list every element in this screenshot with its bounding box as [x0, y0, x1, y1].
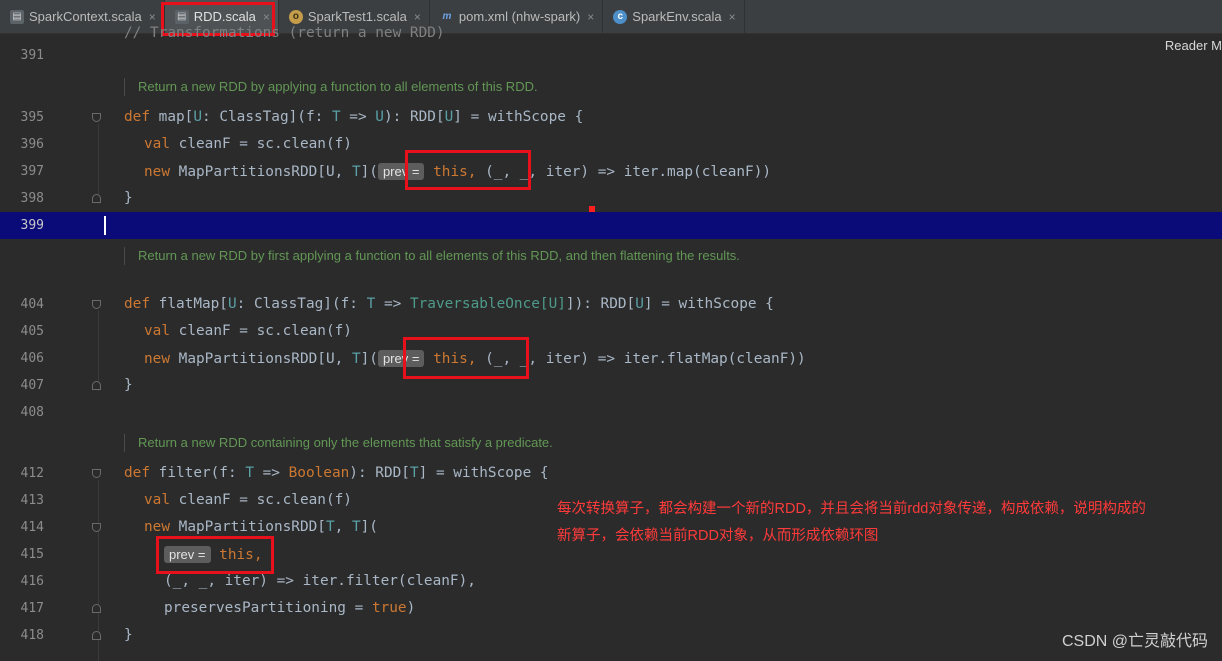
line-number: 414 — [20, 520, 44, 535]
line-number: 395 — [20, 110, 44, 125]
line-number: 416 — [20, 574, 44, 589]
code-line: 417 preservesPartitioning = true) — [0, 595, 1222, 622]
code-line: 397 new MapPartitionsRDD[U, T](prev = th… — [0, 158, 1222, 185]
doc-comment: Return a new RDD containing only the ele… — [124, 434, 778, 452]
code-line: 418 } — [0, 622, 1222, 649]
doc-comment: Return a new RDD by applying a function … — [124, 78, 778, 96]
fold-marker[interactable] — [92, 381, 101, 390]
line-number: 406 — [20, 351, 44, 366]
doc-comment: Return a new RDD by first applying a fun… — [124, 247, 778, 265]
line-number: 398 — [20, 191, 44, 206]
code-line: 398 } — [0, 185, 1222, 212]
annotation-note: 每次转换算子，都会构建一个新的RDD，并且会将当前rdd对象传递，构成依赖，说明… — [557, 501, 1146, 544]
fold-marker[interactable] — [92, 631, 101, 640]
line-number: 413 — [20, 493, 44, 508]
line-number: 408 — [20, 405, 44, 420]
code-text: val cleanF = sc.clean(f) — [144, 492, 352, 508]
code-text: } — [124, 377, 133, 393]
code-text: def flatMap[U: ClassTag](f: T => Travers… — [124, 296, 774, 312]
code-text: val cleanF = sc.clean(f) — [144, 323, 352, 339]
code-text: preservesPartitioning = true) — [164, 600, 416, 616]
code-line: 406 new MapPartitionsRDD[U, T](prev = th… — [0, 345, 1222, 372]
code-line: 412 def filter(f: T => Boolean): RDD[T] … — [0, 460, 1222, 487]
code-text: val cleanF = sc.clean(f) — [144, 136, 352, 152]
watermark: CSDN @亡灵敲代码 — [1061, 633, 1208, 650]
fold-marker[interactable] — [92, 194, 101, 203]
fold-marker[interactable] — [92, 469, 101, 478]
code-line: 407 } — [0, 372, 1222, 399]
line-number: 397 — [20, 164, 44, 179]
code-text: def filter(f: T => Boolean): RDD[T] = wi… — [124, 465, 549, 481]
line-number: 391 — [20, 48, 44, 63]
prev-this-highlight-box — [405, 150, 531, 190]
line-number: 412 — [20, 466, 44, 481]
current-line: 399 — [0, 212, 1222, 239]
text-caret — [104, 216, 106, 235]
code-text: def map[U: ClassTag](f: T => U): RDD[U] … — [124, 109, 584, 125]
fold-marker[interactable] — [92, 113, 101, 122]
line-number: 405 — [20, 324, 44, 339]
code-line: 405 val cleanF = sc.clean(f) — [0, 318, 1222, 345]
code-line: 395 def map[U: ClassTag](f: T => U): RDD… — [0, 104, 1222, 131]
code-line: 391 — [0, 42, 1222, 69]
code-line: 404 def flatMap[U: ClassTag](f: T => Tra… — [0, 291, 1222, 318]
line-number: 415 — [20, 547, 44, 562]
fold-marker[interactable] — [92, 604, 101, 613]
line-number: 404 — [20, 297, 44, 312]
fold-marker[interactable] — [92, 300, 101, 309]
prev-this-highlight-box — [156, 536, 274, 574]
annotation-dot — [589, 206, 595, 212]
code-line: 408 — [0, 399, 1222, 426]
prev-this-highlight-box — [403, 337, 529, 379]
code-text: } — [124, 627, 133, 643]
line-number: 418 — [20, 628, 44, 643]
code-line: 396 val cleanF = sc.clean(f) — [0, 131, 1222, 158]
line-number: 396 — [20, 137, 44, 152]
line-number: 407 — [20, 378, 44, 393]
code-text: } — [124, 190, 133, 206]
fold-marker[interactable] — [92, 523, 101, 532]
line-number: 417 — [20, 601, 44, 616]
line-number: 399 — [20, 218, 44, 233]
